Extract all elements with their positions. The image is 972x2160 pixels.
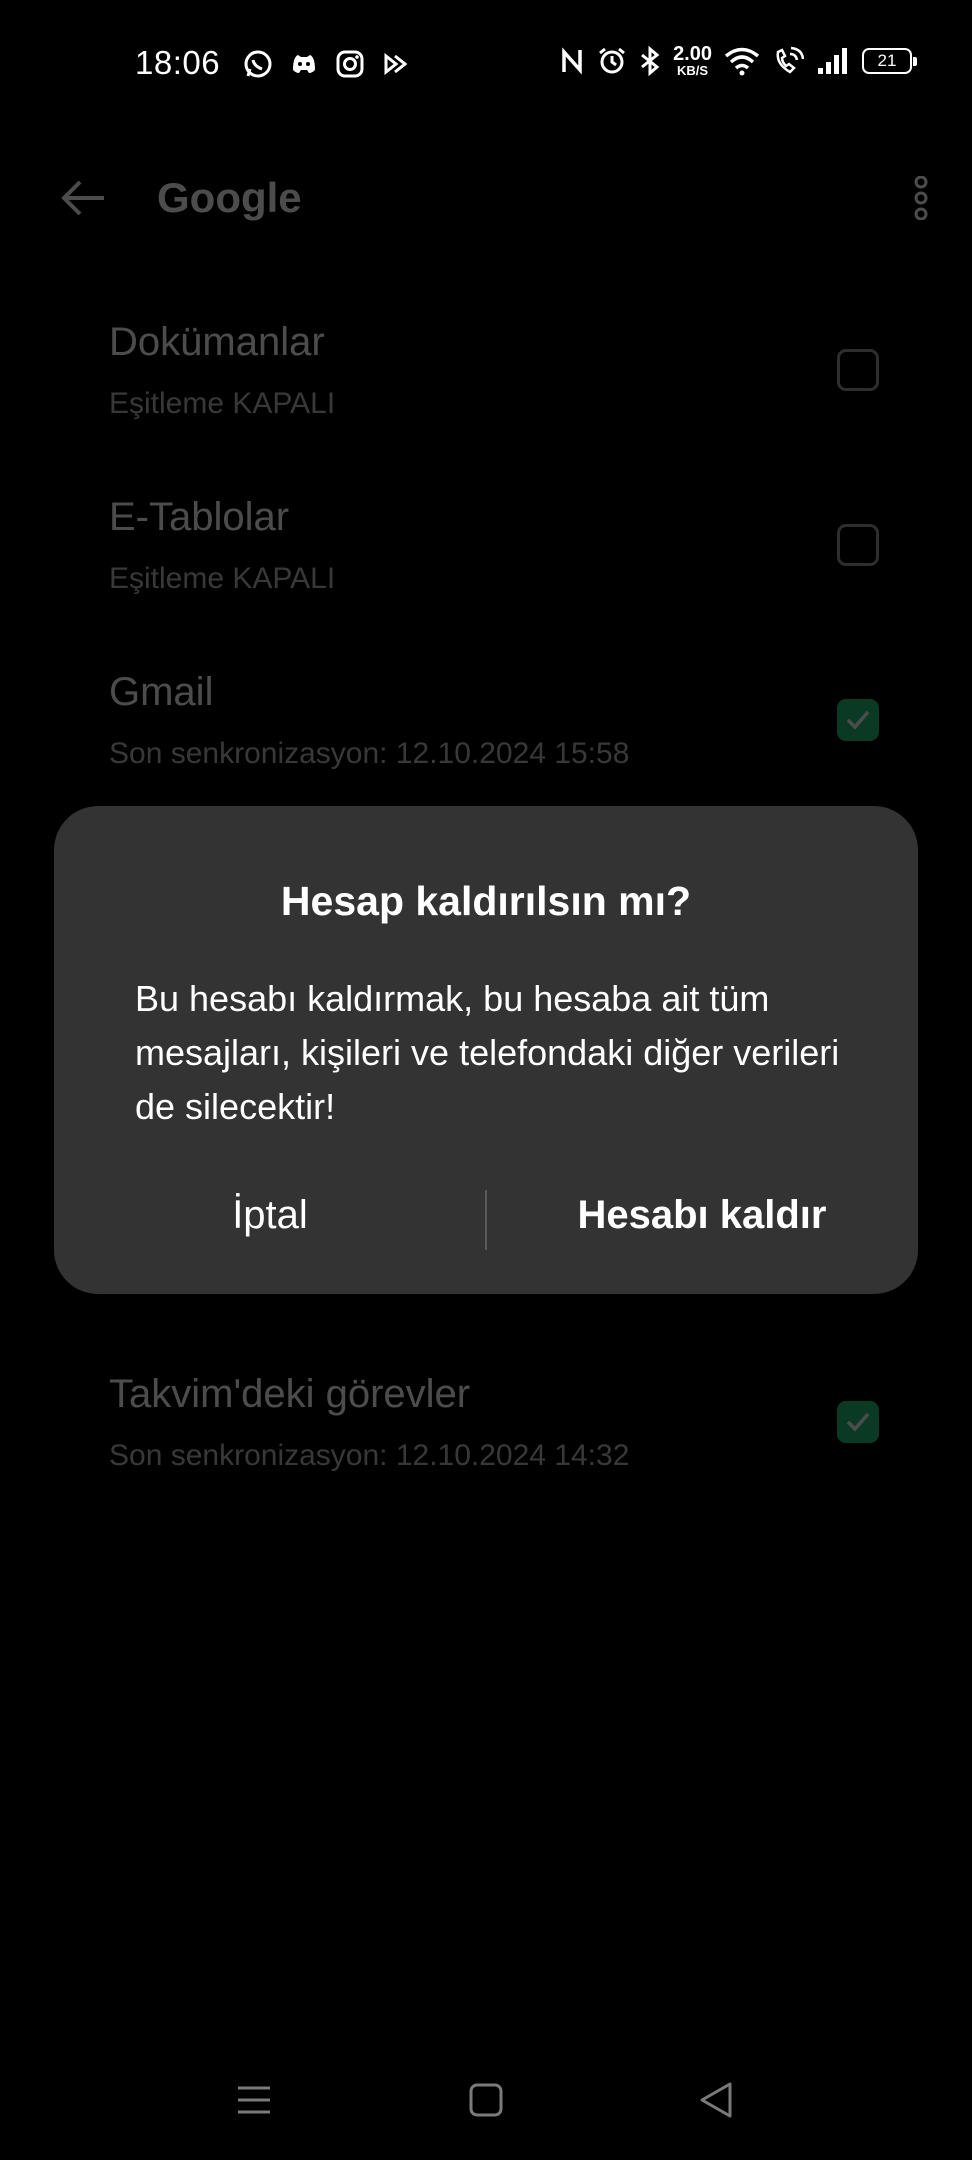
remove-account-button[interactable]: Hesabı kaldır (486, 1184, 918, 1246)
system-icons: 2.00 KB/S 21 (559, 44, 917, 77)
menu-icon[interactable] (234, 2080, 274, 2120)
dialog-title: Hesap kaldırılsın mı? (280, 878, 692, 924)
net-speed-unit: KB/S (677, 63, 709, 78)
status-bar: 18:06 2.00 KB/S 21 (0, 0, 972, 130)
remove-account-dialog: Hesap kaldırılsın mı? Bu hesabı kaldırma… (54, 806, 918, 1294)
status-time: 18:06 (135, 44, 221, 81)
list-item[interactable]: Takvim'deki görevler Son senkronizasyon:… (0, 1347, 972, 1497)
whatsapp-icon (242, 48, 274, 80)
page-title: Google (157, 174, 302, 221)
list-item[interactable]: Gmail Son senkronizasyon: 12.10.2024 15:… (0, 645, 972, 795)
list-item[interactable]: E-Tablolar Eşitleme KAPALI (0, 470, 972, 620)
sync-item-name: Gmail (109, 670, 214, 714)
discord-icon (288, 48, 320, 80)
navigation-bar (0, 2060, 972, 2140)
nfc-icon (559, 46, 585, 76)
dialog-message: Bu hesabı kaldırmak, bu hesaba ait tüm m… (135, 978, 840, 1127)
bluetooth-icon (639, 45, 661, 76)
sync-item-status: Son senkronizasyon: 12.10.2024 15:58 (109, 737, 630, 770)
instagram-icon (334, 48, 366, 80)
sync-item-name: Takvim'deki görevler (109, 1372, 471, 1416)
sync-item-status: Eşitleme KAPALI (109, 387, 336, 420)
battery-level: 21 (877, 50, 897, 70)
checkmark-icon (846, 710, 870, 730)
sync-checkbox[interactable] (837, 1401, 879, 1443)
cancel-button[interactable]: İptal (54, 1184, 486, 1246)
alarm-icon (597, 46, 627, 76)
sync-item-name: E-Tablolar (109, 495, 290, 539)
notification-icons (242, 48, 412, 80)
signal-icon (816, 46, 850, 76)
dialog-buttons: İptal Hesabı kaldır (54, 1184, 918, 1250)
net-speed: 2.00 KB/S (673, 44, 712, 77)
sync-item-status: Son senkronizasyon: 12.10.2024 14:32 (109, 1439, 630, 1472)
more-options-icon[interactable] (914, 175, 928, 225)
wifi-icon (724, 46, 760, 76)
list-item[interactable]: Dokümanlar Eşitleme KAPALI (0, 295, 972, 445)
back-arrow-icon[interactable] (58, 172, 110, 229)
sync-checkbox[interactable] (837, 524, 879, 566)
sync-item-status: Eşitleme KAPALI (109, 562, 336, 595)
home-icon[interactable] (466, 2080, 506, 2120)
sync-checkbox[interactable] (837, 349, 879, 391)
wifi-calling-icon (772, 46, 804, 76)
checkmark-icon (846, 1412, 870, 1432)
back-icon[interactable] (696, 2080, 736, 2120)
play-forward-icon (380, 48, 412, 80)
battery-icon: 21 (862, 47, 917, 74)
sync-checkbox[interactable] (837, 699, 879, 741)
net-speed-value: 2.00 (673, 43, 712, 65)
sync-item-name: Dokümanlar (109, 320, 325, 364)
app-bar: Google (0, 150, 972, 246)
